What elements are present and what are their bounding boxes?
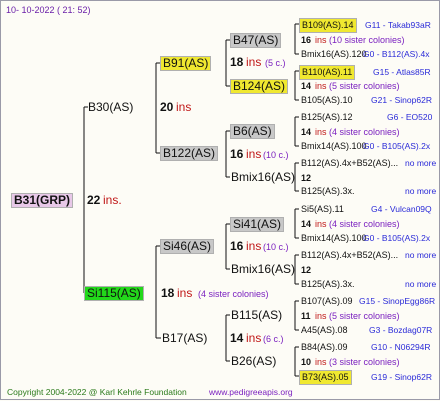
g4-ins-label-5: ins xyxy=(315,219,327,229)
g4-bottom-source-7: G3 - Bozdag07R xyxy=(369,325,433,335)
g3-queen-8[interactable]: B26(AS) xyxy=(231,355,276,368)
g4-top-queen-2[interactable]: B110(AS).11 xyxy=(299,65,356,80)
g4-bottom-source-8: G19 - Sinop62R xyxy=(371,372,432,382)
g4-top-queen-4[interactable]: B112(AS).4x+B52(AS)... xyxy=(301,157,398,170)
g4-bottom-queen-3[interactable]: Bmix14(AS).100 xyxy=(301,140,367,153)
g2-ins-count-4: 14 xyxy=(230,331,244,345)
g4-sister-note-8: (3 sister colonies) xyxy=(329,357,400,367)
g2-ins-count-1: 18 xyxy=(230,55,244,69)
g4-ins-label-2: ins xyxy=(315,81,327,91)
g4-ins-count-7: 11 xyxy=(301,311,311,321)
g4-bottom-source-4: no more xyxy=(405,186,437,196)
root-queen[interactable]: B31(GRP) xyxy=(11,193,74,208)
g4-bottom-queen-2[interactable]: B105(AS).10 xyxy=(301,94,353,107)
g2-queen-4[interactable]: B17(AS) xyxy=(162,332,207,345)
g4-ins-count-2: 14 xyxy=(301,81,312,91)
g4-ins-label-7: ins xyxy=(315,311,327,321)
g4-bottom-queen-5[interactable]: Bmix14(AS).100 xyxy=(301,232,367,245)
g4-bottom-source-6: no more xyxy=(405,279,437,289)
g2-sister-note-2: (10 c.) xyxy=(263,150,289,160)
g3-queen-4[interactable]: Bmix16(AS) xyxy=(231,171,295,184)
g4-sister-note-3: (4 sister colonies) xyxy=(329,127,400,137)
g4-bottom-source-5: G0 - B105(AS).2x xyxy=(363,233,431,243)
g4-ins-label-3: ins xyxy=(315,127,327,137)
g4-top-source-2: G15 - Atlas85R xyxy=(373,67,431,77)
g4-top-queen-5[interactable]: Si5(AS).11 xyxy=(301,203,344,216)
g3-queen-3[interactable]: B6(AS) xyxy=(230,124,275,139)
g2-queen-1[interactable]: B91(AS) xyxy=(160,56,212,71)
g4-sister-note-7: (5 sister colonies) xyxy=(329,311,400,321)
root-ins-count: 22 xyxy=(87,193,101,207)
g1-queen-2[interactable]: Si115(AS) xyxy=(84,286,144,301)
g4-top-queen-8[interactable]: B84(AS).09 xyxy=(301,341,348,354)
g4-bottom-queen-1[interactable]: Bmix16(AS).120 xyxy=(301,48,367,61)
g4-bottom-queen-6[interactable]: B125(AS).3x. xyxy=(301,278,355,291)
g2-ins-count-2: 16 xyxy=(230,147,244,161)
g4-top-source-6: no more xyxy=(405,250,437,260)
g3-queen-2[interactable]: B124(AS) xyxy=(230,79,289,94)
g4-top-queen-3[interactable]: B125(AS).12 xyxy=(301,111,353,124)
g4-top-source-7: G15 - SinopEgg86R xyxy=(359,296,436,306)
g4-ins-count-4: 12 xyxy=(301,173,312,183)
g4-top-queen-7[interactable]: B107(AS).09 xyxy=(301,295,353,308)
g3-queen-7[interactable]: B115(AS) xyxy=(231,309,282,322)
g4-top-source-5: G4 - Vulcan09Q xyxy=(371,204,432,214)
g2-ins-label-3: ins xyxy=(246,239,262,253)
g4-top-source-1: G11 - Takab93aR xyxy=(365,20,431,30)
g4-top-queen-1[interactable]: B109(AS).14 xyxy=(299,18,357,33)
g4-top-source-8: G10 - N06294R xyxy=(371,342,431,352)
g2-ins-label-1: ins xyxy=(246,55,262,69)
g4-top-queen-6[interactable]: B112(AS).4x+B52(AS)... xyxy=(301,249,398,262)
g1-ins-label-1: ins xyxy=(176,100,192,114)
g4-sister-note-1: (10 sister colonies) xyxy=(329,35,405,45)
g2-sister-note-3: (10 c.) xyxy=(263,242,289,252)
root-ins-label: ins. xyxy=(103,193,122,207)
g4-ins-label-8: ins xyxy=(315,357,327,367)
g3-queen-6[interactable]: Bmix16(AS) xyxy=(231,263,295,276)
g3-queen-1[interactable]: B47(AS) xyxy=(230,33,282,48)
g4-ins-count-3: 14 xyxy=(301,127,312,137)
g4-ins-count-6: 12 xyxy=(301,265,312,275)
g2-queen-3[interactable]: Si46(AS) xyxy=(160,239,215,254)
g4-bottom-queen-7[interactable]: A45(AS).08 xyxy=(301,324,348,337)
g4-bottom-queen-8[interactable]: B73(AS).05 xyxy=(299,370,352,385)
g1-ins-count-2: 18 xyxy=(161,286,175,300)
g2-ins-label-4: ins xyxy=(246,331,262,345)
g2-ins-label-2: ins xyxy=(246,147,262,161)
g4-ins-count-5: 14 xyxy=(301,219,312,229)
g2-sister-note-4: (6 c.) xyxy=(263,334,284,344)
g4-sister-note-5: (4 sister colonies) xyxy=(329,219,400,229)
g3-queen-5[interactable]: Si41(AS) xyxy=(230,217,285,232)
g1-sister-note-2: (4 sister colonies) xyxy=(198,289,269,299)
g4-top-source-3: G6 - EO520 xyxy=(387,112,433,122)
g4-ins-count-8: 10 xyxy=(301,357,312,367)
g4-bottom-source-3: G0 - B105(AS).2x xyxy=(363,141,431,151)
g4-ins-count-1: 16 xyxy=(301,35,312,45)
g4-bottom-source-1: G0 - B112(AS).4x xyxy=(363,49,430,59)
g4-bottom-source-2: G21 - Sinop62R xyxy=(371,95,432,105)
g4-sister-note-2: (5 sister colonies) xyxy=(329,81,400,91)
g4-top-source-4: no more xyxy=(405,158,437,168)
g1-ins-label-2: ins xyxy=(177,286,193,300)
g2-sister-note-1: (5 c.) xyxy=(265,58,286,68)
g4-bottom-queen-4[interactable]: B125(AS).3x. xyxy=(301,185,355,198)
g1-queen-1[interactable]: B30(AS) xyxy=(88,101,133,114)
g2-ins-count-3: 16 xyxy=(230,239,244,253)
site-link[interactable]: www.pedigreeapis.org xyxy=(209,386,293,399)
g2-queen-2[interactable]: B122(AS) xyxy=(160,146,219,161)
g1-ins-count-1: 20 xyxy=(160,100,174,114)
copyright-text: Copyright 2004-2022 @ Karl Kehrle Founda… xyxy=(7,387,187,397)
g4-ins-label-1: ins xyxy=(315,35,327,45)
pedigree-panel: 10- 10-2022 ( 21: 52) B31(GRP) 22 ins. B… xyxy=(0,0,440,400)
report-date: 10- 10-2022 ( 21: 52) xyxy=(6,5,91,15)
